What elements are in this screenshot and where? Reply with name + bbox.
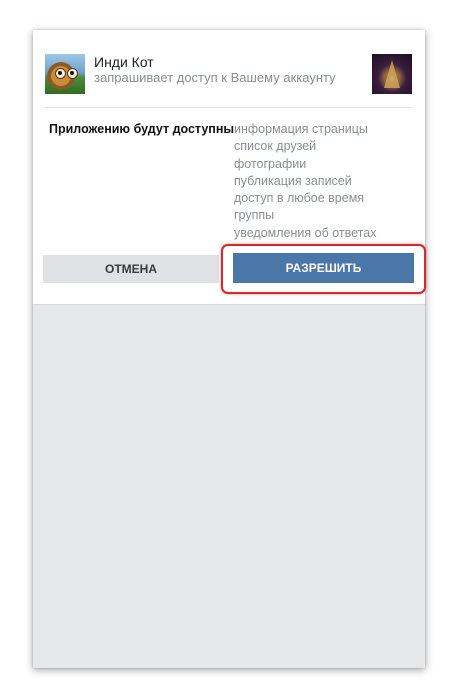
app-name[interactable]: Инди Кот — [94, 54, 154, 70]
permissions-list: информация страницы список друзей фотогр… — [234, 121, 376, 242]
auth-dialog: Инди Кот запрашивает доступ к Вашему акк… — [33, 30, 426, 298]
allow-button-highlight: РАЗРЕШИТЬ — [221, 244, 426, 294]
app-avatar — [45, 54, 85, 94]
app-avatar-eye — [67, 68, 78, 79]
dialog-bottom-edge — [33, 298, 425, 305]
header-divider — [45, 107, 412, 108]
phone-screen: Инди Кот запрашивает доступ к Вашему акк… — [33, 30, 426, 668]
permission-item: фотографии — [234, 156, 307, 171]
permission-item: информация страницы — [234, 122, 368, 136]
cancel-button[interactable]: ОТМЕНА — [43, 255, 219, 283]
permission-item: список друзей — [234, 139, 317, 154]
access-request-text: запрашивает доступ к Вашему аккаунту — [94, 70, 336, 85]
allow-button[interactable]: РАЗРЕШИТЬ — [233, 253, 414, 283]
permission-item: уведомления об ответах — [234, 225, 377, 240]
permissions-title: Приложению будут доступны — [49, 122, 235, 136]
app-avatar-eye — [55, 68, 66, 79]
permission-item: публикация записей — [234, 173, 352, 188]
user-avatar — [372, 54, 412, 94]
permission-item: группы — [234, 208, 275, 223]
permission-item: доступ в любое время — [234, 191, 365, 206]
user-avatar-image — [384, 60, 400, 88]
